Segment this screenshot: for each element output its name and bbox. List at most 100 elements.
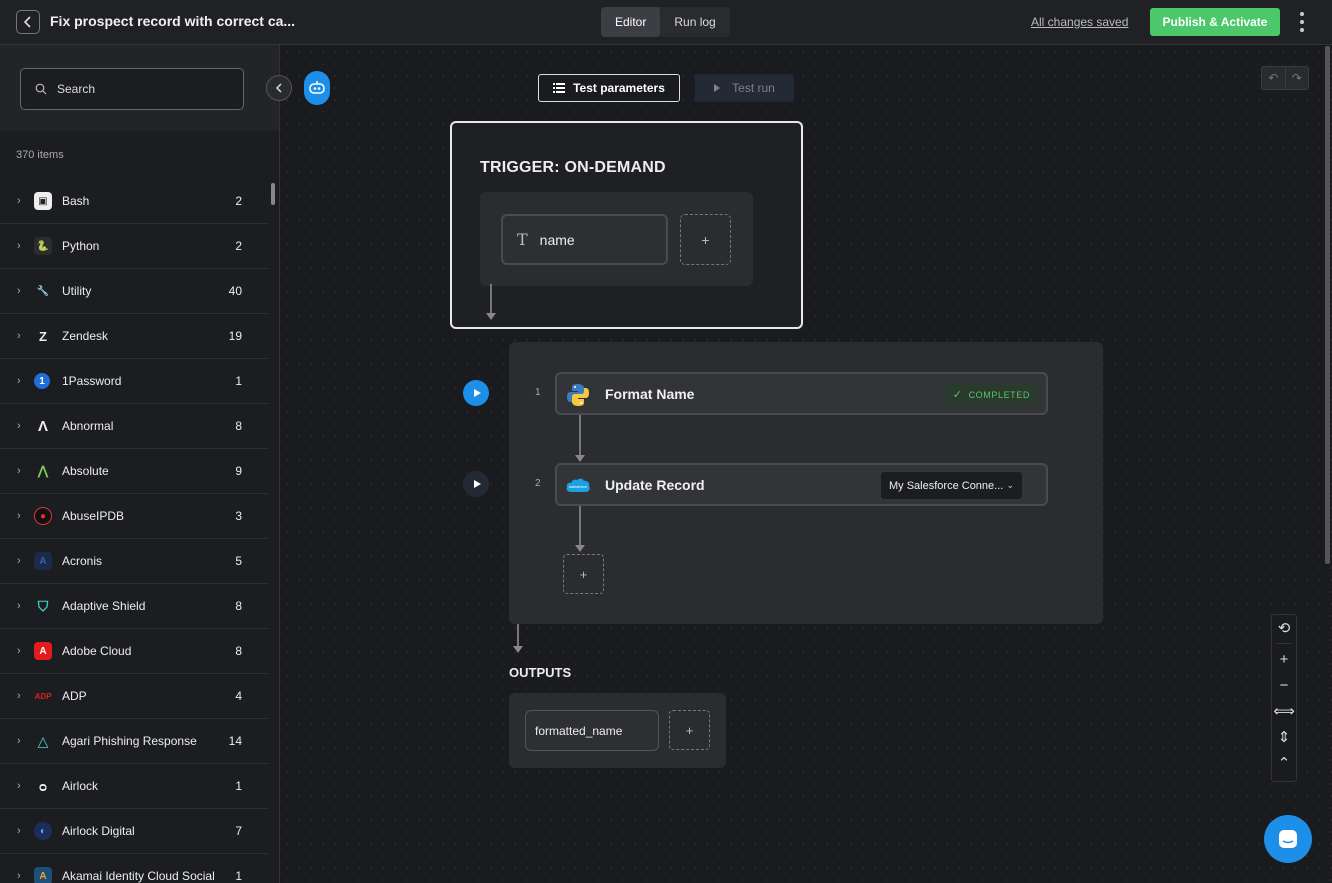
list-item[interactable]: › 🔧 Utility 40: [0, 269, 268, 314]
test-run-button[interactable]: Test run: [695, 74, 794, 102]
item-label: Bash: [62, 194, 90, 208]
list-item[interactable]: › ⋀ Absolute 9: [0, 449, 268, 494]
list-item[interactable]: › ▣ Bash 2: [0, 179, 268, 224]
list-item[interactable]: › ◐ Airlock Digital 7: [0, 809, 268, 854]
step-update-record[interactable]: 2 salesforce Update Record My Salesforce…: [535, 463, 1048, 506]
list-item[interactable]: › A Akamai Identity Cloud Social 1: [0, 854, 268, 883]
undo-icon[interactable]: ↶: [1262, 67, 1286, 89]
reset-view-icon[interactable]: ⟲: [1272, 615, 1296, 641]
redo-icon[interactable]: ↷: [1286, 67, 1309, 89]
chevron-right-icon: ›: [17, 555, 21, 567]
item-count: 7: [235, 824, 242, 838]
save-status-link[interactable]: All changes saved: [1031, 15, 1128, 29]
chevron-right-icon: ›: [17, 645, 21, 657]
param-name-label: name: [539, 231, 575, 248]
tab-run-log[interactable]: Run log: [660, 7, 729, 37]
add-param-button[interactable]: +: [680, 214, 731, 265]
items-count: 370 items: [16, 149, 64, 161]
collapse-sidebar-button[interactable]: [266, 75, 292, 101]
back-button[interactable]: [16, 10, 40, 34]
outputs-title: OUTPUTS: [509, 665, 572, 680]
list-item[interactable]: › △ Agari Phishing Response 14: [0, 719, 268, 764]
trigger-param-name[interactable]: T name: [501, 214, 668, 265]
chevron-right-icon: ›: [17, 240, 21, 252]
item-count: 40: [228, 284, 242, 298]
outputs-container: formatted_name +: [509, 693, 726, 768]
arrow-down-icon: [513, 646, 523, 653]
check-icon: ✓: [952, 389, 963, 401]
run-step-1-button[interactable]: [463, 380, 489, 406]
zendesk-icon: Z: [39, 328, 47, 344]
add-output-button[interactable]: +: [669, 710, 710, 750]
test-parameters-button[interactable]: Test parameters: [538, 74, 680, 102]
step-format-name[interactable]: 1 Format Name ✓ COMPLETED: [535, 372, 1048, 415]
zoom-out-icon[interactable]: −: [1272, 672, 1296, 698]
absolute-icon: ⋀: [37, 463, 49, 478]
trigger-block[interactable]: TRIGGER: ON-DEMAND T name +: [450, 121, 803, 329]
add-step-button[interactable]: +: [563, 554, 604, 594]
wrench-icon: 🔧: [36, 285, 50, 297]
fit-width-icon[interactable]: ⟺: [1272, 698, 1296, 724]
zoom-in-icon[interactable]: +: [1272, 646, 1296, 672]
list-icon: [553, 83, 566, 93]
list-item[interactable]: › ADP ADP 4: [0, 674, 268, 719]
connector-line: [490, 284, 492, 314]
python-logo-icon: [567, 384, 589, 406]
view-tabs: Editor Run log: [601, 7, 730, 37]
status-text: COMPLETED: [968, 389, 1030, 400]
text-type-icon: T: [517, 230, 528, 249]
chevron-right-icon: ›: [17, 825, 21, 837]
more-options-icon[interactable]: [1296, 12, 1308, 32]
item-label: Akamai Identity Cloud Social: [62, 869, 215, 883]
list-item[interactable]: › 1 1Password 1: [0, 359, 268, 404]
step-name: Format Name: [605, 386, 695, 402]
tab-editor[interactable]: Editor: [601, 7, 661, 37]
chevron-right-icon: ›: [17, 465, 21, 477]
list-item[interactable]: › A Adobe Cloud 8: [0, 629, 268, 674]
item-label: Python: [62, 239, 100, 253]
item-label: Utility: [62, 284, 92, 298]
bash-icon: ▣: [34, 192, 52, 210]
list-item[interactable]: › ⛉ Adaptive Shield 8: [0, 584, 268, 629]
item-count: 2: [235, 194, 242, 208]
output-field[interactable]: formatted_name: [525, 710, 659, 751]
item-count: 8: [235, 599, 242, 613]
akamai-icon: A: [34, 867, 52, 883]
list-item[interactable]: › Λ Abnormal 8: [0, 404, 268, 449]
list-item[interactable]: › ᴑ Airlock 1: [0, 764, 268, 809]
list-item[interactable]: › ● AbuseIPDB 3: [0, 494, 268, 539]
canvas-scrollbar[interactable]: [1325, 46, 1330, 564]
chat-support-button[interactable]: [1264, 815, 1312, 863]
ai-assistant-button[interactable]: [304, 71, 330, 105]
run-step-2-button[interactable]: [463, 471, 489, 497]
connector-line: [517, 624, 519, 646]
adp-icon: ADP: [34, 691, 52, 701]
chevron-left-icon: [275, 83, 282, 93]
item-count: 1: [235, 779, 242, 793]
chevron-right-icon: ›: [17, 285, 21, 297]
trigger-params-container: T name +: [480, 192, 753, 286]
list-item[interactable]: › Z Zendesk 19: [0, 314, 268, 359]
fit-height-icon[interactable]: ⇕: [1272, 724, 1296, 750]
item-count: 3: [235, 509, 242, 523]
chevron-right-icon: ›: [17, 420, 21, 432]
collapse-icon[interactable]: ⌃: [1272, 750, 1296, 776]
abnormal-icon: Λ: [37, 417, 48, 435]
integration-list: › ▣ Bash 2 › 🐍 Python 2 › 🔧 Utility 40 › Z Zendesk 1…: [0, 179, 268, 883]
list-item[interactable]: › A Acronis 5: [0, 539, 268, 584]
item-label: Abnormal: [62, 419, 114, 433]
onepassword-icon: 1: [34, 373, 50, 389]
search-input[interactable]: Search: [20, 68, 244, 110]
list-item[interactable]: › 🐍 Python 2: [0, 224, 268, 269]
airlock-icon: ᴑ: [38, 778, 48, 794]
connection-select[interactable]: My Salesforce Conne... ⌄: [881, 472, 1022, 499]
workflow-title[interactable]: Fix prospect record with correct ca...: [50, 13, 295, 29]
publish-activate-button[interactable]: Publish & Activate: [1150, 8, 1280, 36]
adobe-icon: A: [34, 642, 52, 660]
step-name: Update Record: [605, 477, 705, 493]
chevron-right-icon: ›: [17, 780, 21, 792]
top-bar: Fix prospect record with correct ca... E…: [0, 0, 1332, 45]
item-label: AbuseIPDB: [62, 509, 125, 523]
sidebar-scrollbar[interactable]: [271, 183, 275, 205]
triangle-icon: △: [37, 732, 49, 749]
